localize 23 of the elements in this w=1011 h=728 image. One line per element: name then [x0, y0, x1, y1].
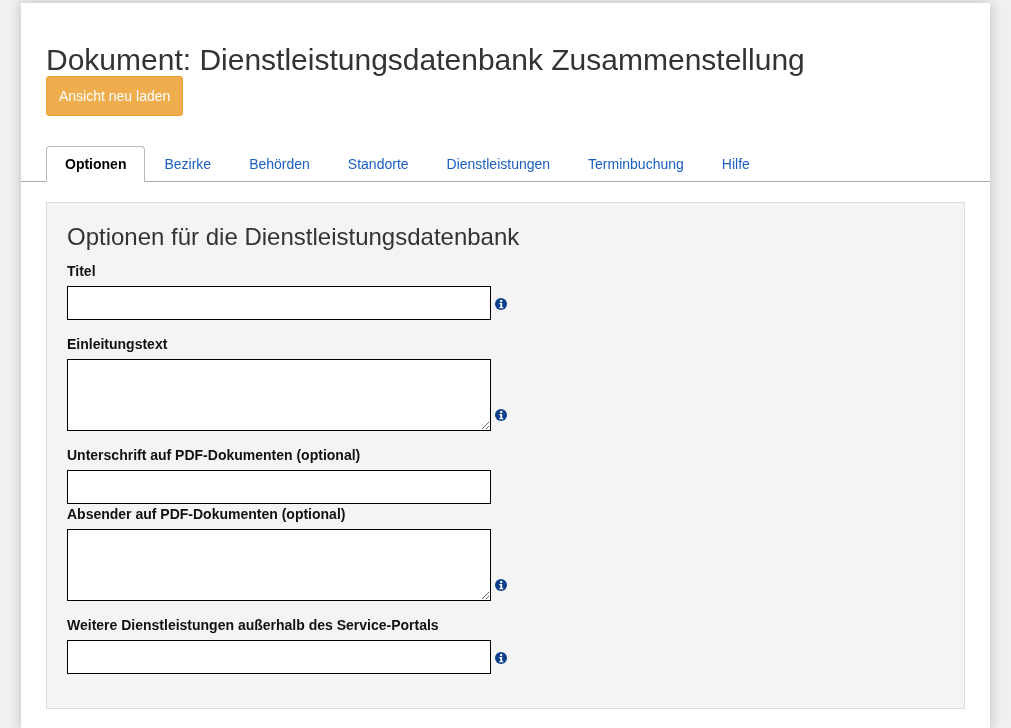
panel-heading: Optionen für die Dienstleistungsdatenbank: [67, 223, 521, 250]
field-label: Weitere Dienstleistungen außerhalb des Service-Portals: [67, 616, 440, 635]
field-label: Absender auf PDF-Dokumenten (optional): [67, 505, 347, 524]
tab[interactable]: Dienstleistungen: [427, 146, 570, 181]
tab[interactable]: Behörden: [230, 146, 329, 181]
field-label: Unterschrift auf PDF-Dokumenten (optional): [67, 446, 362, 465]
field-label: Titel: [67, 262, 97, 281]
input-field[interactable]: [67, 640, 491, 674]
textarea-field[interactable]: [67, 359, 491, 431]
tab[interactable]: Standorte: [328, 146, 428, 181]
tab[interactable]: Optionen: [46, 146, 146, 182]
info-icon[interactable]: [495, 409, 507, 421]
tab[interactable]: Bezirke: [145, 146, 231, 181]
field-label: Einleitungstext: [67, 335, 169, 354]
input-field[interactable]: [67, 470, 491, 504]
info-icon[interactable]: [495, 652, 507, 664]
textarea-field[interactable]: [67, 529, 491, 601]
page-title: Dokument: Dienstleistungsdatenbank Zusammenstellung: [46, 43, 806, 76]
info-icon[interactable]: [495, 579, 507, 591]
info-icon[interactable]: [495, 298, 507, 310]
tab[interactable]: Terminbuchung: [569, 146, 703, 181]
tab[interactable]: Hilfe: [702, 146, 769, 181]
input-field[interactable]: [67, 286, 491, 320]
